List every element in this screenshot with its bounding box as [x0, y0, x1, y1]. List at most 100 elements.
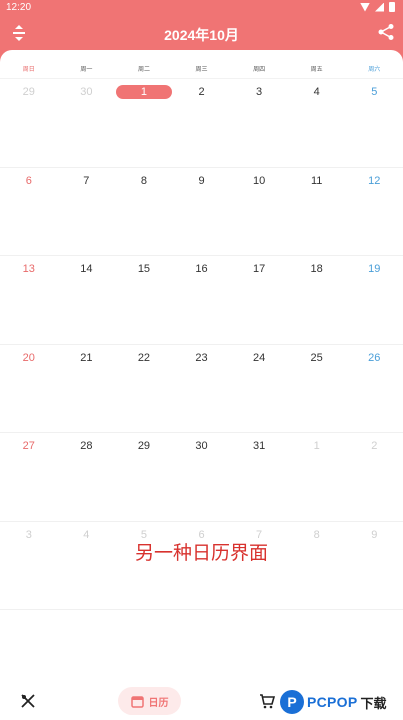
calendar-day-cell[interactable]: 16	[173, 256, 231, 344]
calendar-day-cell[interactable]: 19	[345, 256, 403, 344]
day-number: 30	[80, 86, 93, 98]
day-number: 17	[252, 263, 266, 275]
calendar-day-cell[interactable]: 4	[58, 522, 116, 610]
calendar-day-cell[interactable]: 1	[288, 433, 346, 521]
day-number: 2	[371, 440, 378, 452]
day-number: 12	[368, 174, 381, 187]
calendar-day-cell[interactable]: 7	[58, 168, 116, 256]
calendar-day-cell[interactable]: 8	[288, 522, 346, 610]
calendar-day-cell[interactable]: 6	[173, 522, 231, 610]
calendar-day-cell[interactable]: 29	[0, 79, 58, 167]
calendar-day-cell[interactable]: 25	[288, 345, 346, 433]
calendar-day-cell[interactable]: 1	[115, 79, 173, 167]
calendar-day-cell[interactable]: 9	[173, 168, 231, 256]
day-number: 14	[80, 263, 93, 275]
month-title[interactable]: 2024年10月	[0, 25, 403, 45]
calendar-week-row: 6 7 8 9 10 11 12	[0, 168, 403, 256]
watermark: P PCPOP 下载	[280, 684, 387, 720]
watermark-text: PCPOP	[307, 694, 358, 710]
calendar-day-cell[interactable]: 17	[230, 256, 288, 344]
calendar-day-cell[interactable]: 21	[58, 345, 116, 433]
day-number: 28	[80, 440, 93, 452]
day-number: 3	[256, 86, 263, 98]
watermark-suffix: 下载	[360, 695, 387, 711]
calendar-day-cell[interactable]: 2	[173, 79, 231, 167]
signal-icon	[375, 2, 384, 12]
weekday-label: 周五	[310, 67, 323, 73]
calendar-day-cell[interactable]: 18	[288, 256, 346, 344]
day-number: 1	[115, 85, 172, 99]
calendar-day-cell[interactable]: 5	[345, 79, 403, 167]
day-number: 9	[198, 174, 205, 187]
calendar-week-row: 13 14 15 16 17 18 19	[0, 256, 403, 345]
calendar-day-cell[interactable]: 20	[0, 345, 58, 433]
day-number: 29	[137, 440, 151, 452]
calendar-day-cell[interactable]: 6	[0, 168, 58, 256]
calendar-day-cell[interactable]: 24	[230, 345, 288, 433]
calendar-day-cell[interactable]: 26	[345, 345, 403, 433]
calendar-day-cell[interactable]: 8	[115, 168, 173, 256]
status-icons	[360, 2, 395, 12]
day-number: 5	[371, 86, 378, 98]
calendar-day-cell[interactable]: 11	[288, 168, 346, 256]
watermark-badge: P	[280, 690, 304, 714]
weekday-label: 周一	[80, 67, 93, 73]
day-number: 16	[195, 263, 208, 275]
calendar-day-cell[interactable]: 30	[173, 433, 231, 521]
day-number: 1	[313, 440, 320, 452]
day-number: 22	[137, 351, 151, 364]
day-number: 27	[22, 440, 35, 452]
day-number: 8	[140, 174, 147, 187]
overlay-caption: 另一种日历界面	[134, 543, 268, 564]
share-icon[interactable]	[377, 23, 395, 41]
calendar-week-row: 20 21 22 23 24 25 26	[0, 345, 403, 433]
day-number: 24	[252, 351, 266, 364]
calendar-week-row: 29 30 1 2 3 4 5	[0, 79, 403, 168]
fork-knife-icon[interactable]	[20, 693, 36, 709]
calendar-day-cell[interactable]: 10	[230, 168, 288, 256]
weekday-label: 周六	[368, 67, 381, 73]
calendar-day-cell[interactable]: 23	[173, 345, 231, 433]
day-number: 13	[22, 263, 35, 275]
day-number: 25	[310, 351, 323, 364]
day-number: 18	[310, 263, 323, 275]
day-number: 29	[22, 86, 35, 98]
calendar-day-cell[interactable]: 3	[0, 522, 58, 610]
calendar-day-cell[interactable]: 27	[0, 433, 58, 521]
day-number: 21	[80, 351, 93, 364]
day-number: 20	[22, 351, 35, 364]
calendar-day-cell[interactable]: 31	[230, 433, 288, 521]
calendar-day-cell[interactable]: 14	[58, 256, 116, 344]
calendar-day-cell[interactable]: 2	[345, 433, 403, 521]
day-number: 6	[25, 174, 32, 187]
weekday-label: 周四	[253, 67, 266, 73]
day-number: 19	[368, 263, 381, 275]
calendar-icon	[130, 695, 144, 708]
calendar-day-cell[interactable]: 28	[58, 433, 116, 521]
calendar-day-cell[interactable]: 7	[230, 522, 288, 610]
calendar-day-cell[interactable]: 3	[230, 79, 288, 167]
day-number: 11	[310, 174, 323, 187]
calendar-day-cell[interactable]: 22	[115, 345, 173, 433]
calendar-grid: 29 30 1 2 3 4 5 6 7 8 9 10 11 12 13 14 15 16 17 18 19 20 21 22 2…	[0, 79, 403, 610]
battery-icon	[389, 2, 395, 12]
day-number: 15	[137, 263, 151, 275]
calendar-day-cell[interactable]: 12	[345, 168, 403, 256]
calendar-day-cell[interactable]: 13	[0, 256, 58, 344]
nav-calendar-tab[interactable]: 日历	[118, 687, 181, 715]
calendar-day-cell[interactable]: 29	[115, 433, 173, 521]
day-number: 30	[195, 440, 208, 452]
calendar-day-cell[interactable]: 9	[345, 522, 403, 610]
day-number: 10	[252, 174, 266, 187]
calendar-day-cell[interactable]: 5	[115, 522, 173, 610]
wifi-icon	[360, 2, 370, 12]
cart-icon[interactable]	[259, 693, 275, 709]
day-number: 4	[313, 86, 320, 98]
calendar-day-cell[interactable]: 15	[115, 256, 173, 344]
day-number: 31	[252, 440, 266, 452]
day-number: 23	[195, 351, 208, 364]
calendar-day-cell[interactable]: 30	[58, 79, 116, 167]
calendar-day-cell[interactable]: 4	[288, 79, 346, 167]
weekday-header: 周日 周一 周二 周三 周四 周五 周六	[0, 63, 403, 79]
bottom-nav: 日历 P PCPOP 下载	[0, 682, 403, 720]
